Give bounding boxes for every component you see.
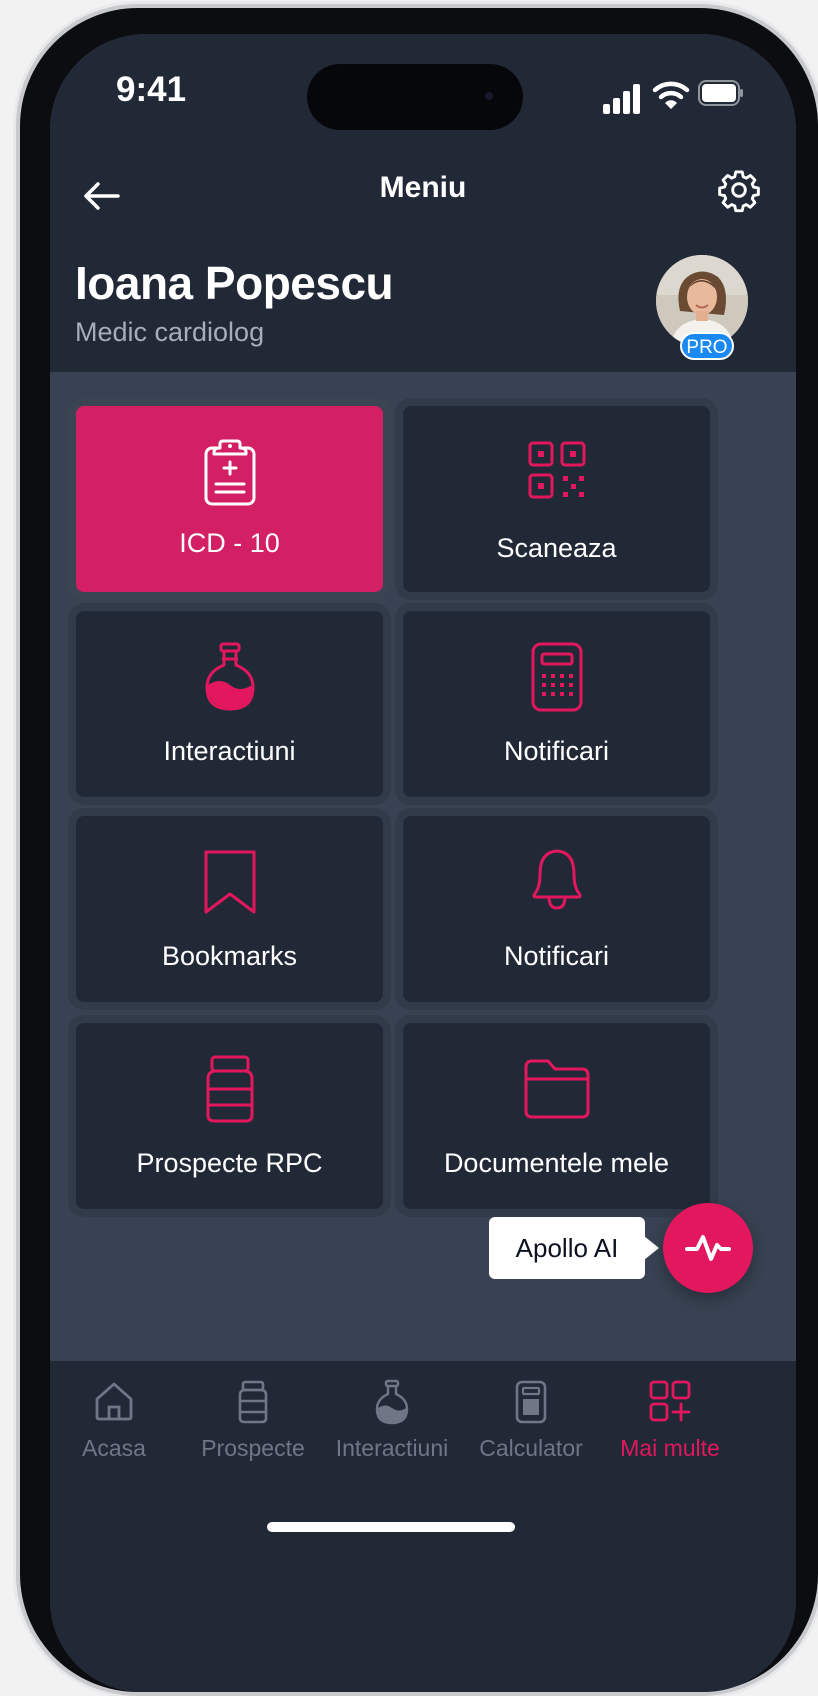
tab-label: Prospecte [201,1435,305,1461]
tab-label: Mai multe [620,1435,720,1461]
pro-badge: PRO [680,332,734,360]
grid-plus-icon [649,1380,691,1422]
calculator-icon [531,642,582,712]
tab-label: Calculator [479,1435,583,1461]
cellular-signal-icon [603,82,643,114]
tile-scaneaza[interactable]: Scaneaza [403,406,710,592]
gear-icon[interactable] [716,167,762,213]
tile-icd-10[interactable]: ICD - 10 [76,406,383,592]
qr-code-icon [528,441,585,499]
dynamic-island [307,64,523,130]
bell-icon [532,849,581,910]
tile-label: Scaneaza [496,533,617,563]
home-icon [95,1382,133,1421]
tab-calculator[interactable]: Calculator [456,1379,606,1462]
folder-icon [524,1059,589,1119]
header: 9:41 Meniu Ioana Popescu Medic cardiolog [50,34,796,372]
tile-prospecte-rpc[interactable]: Prospecte RPC [76,1023,383,1209]
calculator-icon [515,1380,547,1424]
tab-mai-multe[interactable]: Mai multe [595,1379,745,1462]
tile-label: Notificari [503,941,610,971]
app-screen: 9:41 Meniu Ioana Popescu Medic cardiolog [50,34,796,1692]
tile-label: Prospecte RPC [136,1148,323,1178]
tile-documentele-mele[interactable]: Documentele mele [403,1023,710,1209]
tab-prospecte[interactable]: Prospecte [178,1379,328,1462]
home-indicator[interactable] [267,1522,515,1532]
tab-label: Acasa [82,1435,146,1461]
tile-label: ICD - 10 [179,528,280,558]
clipboard-plus-icon [204,439,255,506]
tile-interactiuni[interactable]: Interactiuni [76,611,383,797]
flask-icon [375,1379,409,1425]
pulse-icon [685,1235,731,1261]
tab-label: Interactiuni [335,1435,449,1461]
bookmark-icon [204,850,255,914]
flask-icon [205,642,254,711]
pill-bottle-icon [206,1055,253,1123]
tile-label: Interactiuni [163,736,296,766]
page-title: Meniu [379,171,467,204]
battery-icon [698,80,743,106]
apollo-ai-button[interactable] [663,1203,753,1293]
pill-bottle-icon [238,1380,268,1424]
tab-acasa[interactable]: Acasa [50,1379,189,1462]
apollo-ai-tooltip: Apollo AI [489,1217,659,1279]
status-time: 9:41 [116,70,187,109]
tab-interactiuni[interactable]: Interactiuni [317,1379,467,1462]
user-role: Medic cardiolog [75,317,265,347]
tile-label: Documentele mele [443,1148,670,1178]
tile-notificari-bell[interactable]: Notificari [403,816,710,1002]
user-name: Ioana Popescu [75,257,394,309]
tile-label: Notificari [503,736,610,766]
tile-label: Bookmarks [161,941,298,971]
tile-bookmarks[interactable]: Bookmarks [76,816,383,1002]
wifi-icon [652,81,690,109]
tile-notificari-calculator[interactable]: Notificari [403,611,710,797]
